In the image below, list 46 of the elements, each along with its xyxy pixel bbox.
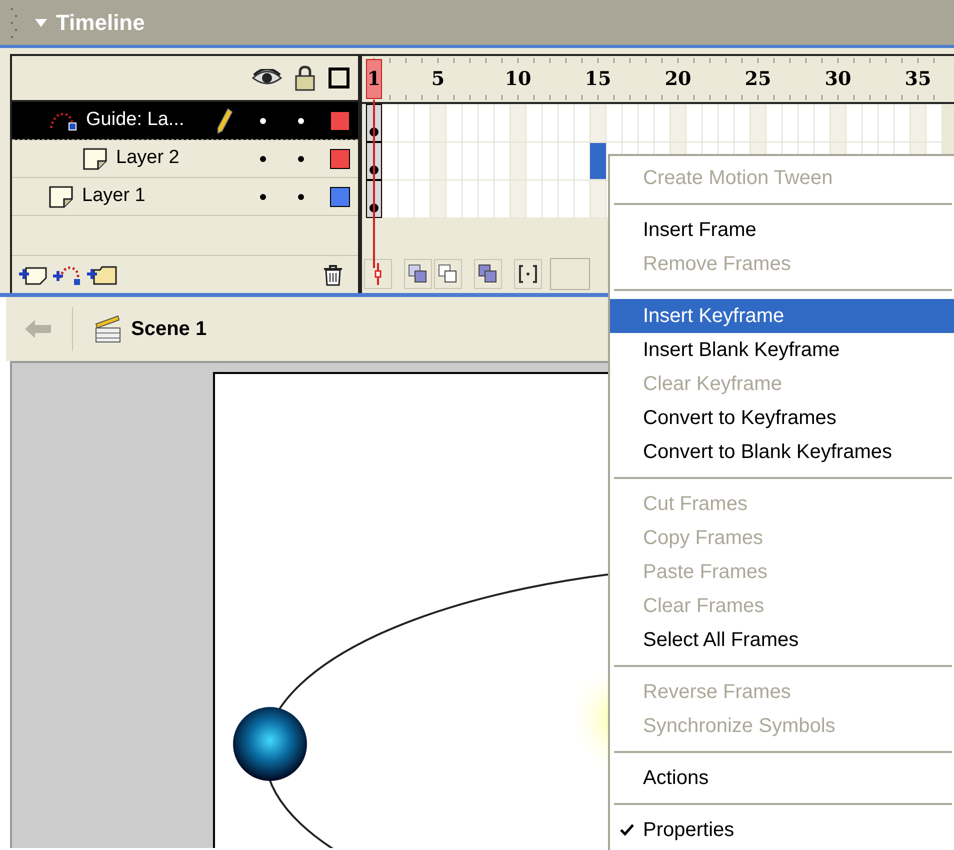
grip-icon (10, 6, 18, 40)
frame-number: 1 (366, 59, 382, 99)
menu-item[interactable]: Insert Frame (610, 213, 954, 247)
onion-skin-button[interactable] (404, 259, 432, 289)
layer-name: Guide: La... (86, 108, 184, 132)
outline-color-swatch[interactable] (330, 186, 350, 206)
menu-item[interactable]: Actions (610, 761, 954, 795)
frame-number: 30 (824, 66, 852, 92)
layer-icon (82, 146, 108, 170)
outlined-squares-icon (438, 264, 458, 284)
layer-name: Layer 2 (116, 146, 180, 170)
menu-item[interactable]: Insert Blank Keyframe (610, 333, 954, 367)
menu-item[interactable]: Convert to Keyframes (610, 401, 954, 435)
frame-number: 10 (504, 66, 532, 92)
stacked-squares-icon (478, 264, 498, 284)
clapperboard-icon (93, 314, 123, 344)
add-guide-layer-icon[interactable] (52, 264, 82, 286)
playhead-icon (374, 263, 382, 285)
onion-outlines-button[interactable] (434, 259, 462, 289)
eye-icon[interactable] (252, 69, 282, 87)
outline-color-swatch[interactable] (330, 110, 350, 130)
menu-item[interactable]: Properties (610, 813, 954, 847)
outline-square-icon[interactable] (328, 67, 350, 89)
center-frame-button[interactable] (364, 259, 392, 289)
frame-number: 25 (744, 66, 772, 92)
scene-name[interactable]: Scene 1 (131, 314, 207, 344)
insert-folder-icon[interactable] (86, 264, 118, 286)
modify-markers-button[interactable] (514, 259, 542, 289)
layer-row[interactable]: Guide: La... (12, 102, 358, 140)
frame-number: 35 (904, 66, 932, 92)
edit-multiple-frames-button[interactable] (474, 259, 502, 289)
frame-number: 5 (430, 66, 446, 92)
frame-field[interactable] (550, 258, 590, 290)
trash-icon[interactable] (322, 264, 344, 286)
frame-number: 20 (664, 66, 692, 92)
layer-icon (48, 184, 74, 208)
menu-item[interactable]: Select All Frames (610, 623, 954, 657)
frame-number: 15 (584, 66, 612, 92)
outline-color-swatch[interactable] (330, 148, 350, 168)
layer-name: Layer 1 (82, 184, 146, 208)
menu-item[interactable]: Convert to Blank Keyframes (610, 435, 954, 469)
overlapping-squares-icon (408, 264, 428, 284)
bracket-icon (518, 264, 538, 284)
panel-title: Timeline (56, 9, 145, 37)
menu-item[interactable]: Insert Keyframe (610, 299, 954, 333)
lock-icon[interactable] (294, 65, 316, 91)
